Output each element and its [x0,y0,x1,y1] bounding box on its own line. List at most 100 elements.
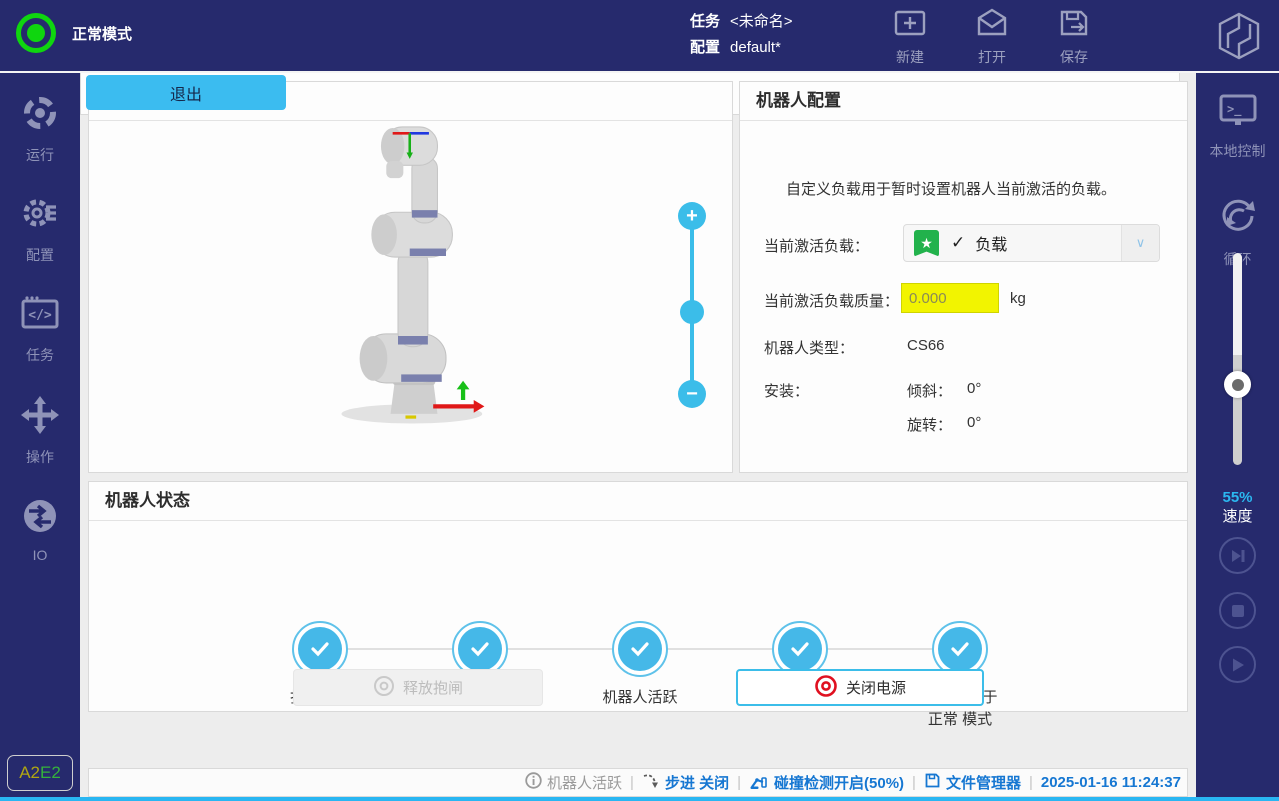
save-icon [1057,8,1091,43]
robot-config-panel: 机器人配置 自定义负载用于暂时设置机器人当前激活的负载。 当前激活负载： ★ ✓… [739,81,1188,473]
step-mode-label: 步进 关闭 [665,772,729,793]
new-button[interactable]: 新建 [882,8,938,67]
robot-view-panel: 机器人 [88,81,733,473]
status-bar: 机器人活跃 | 步进 关闭 | 碰撞检测开启(50%) | 文件管理器 | 20… [88,768,1188,797]
chevron-down-icon: ∨ [1121,225,1159,261]
move-arrows-icon [20,395,60,440]
zoom-out-button[interactable]: − [678,380,706,408]
new-file-icon [893,8,927,43]
left-sidebar: 运行 配置 </> 任务 操作 IO A2E2 [0,73,80,801]
sidebar-item-io[interactable]: IO [0,497,80,563]
robot-active-label: 机器人活跃 [547,772,622,793]
sidebar-item-run[interactable]: 运行 [0,93,80,165]
collision-robot-icon [749,771,769,795]
file-manager-label: 文件管理器 [946,772,1021,793]
config-panel-title: 机器人配置 [740,82,1187,121]
clock: 2025-01-16 11:24:37 [1041,774,1181,791]
robot-type-value: CS66 [907,337,945,354]
code-window-icon: </> [19,293,61,338]
zoom-slider-thumb[interactable] [680,300,704,324]
mode-indicator: 正常模式 [16,13,132,53]
speed-slider-track[interactable] [1233,253,1242,465]
exit-button[interactable]: 退出 [86,75,286,110]
sidebar-item-task[interactable]: </> 任务 [0,293,80,365]
badge-part2: E2 [40,763,61,783]
mode-label: 正常模式 [72,23,132,44]
tilt-label: 倾斜： [907,380,952,401]
zoom-in-button[interactable]: + [678,202,706,230]
payload-mass-unit: kg [1010,290,1026,307]
gear-icon [20,193,60,238]
new-button-label: 新建 [896,47,924,67]
topbar-divider [0,71,1279,73]
collision-detection-status[interactable]: 碰撞检测开启(50%) [749,771,904,795]
payload-description: 自定义负载用于暂时设置机器人当前激活的负载。 [786,178,1116,199]
robot-active-status: 机器人活跃 [525,772,622,793]
svg-text:</>: </> [28,308,52,323]
tilt-value: 0° [967,380,981,397]
rotation-value: 0° [967,414,981,431]
save-button-label: 保存 [1060,47,1088,67]
step-label: 机器人活跃 [602,689,677,706]
separator: | [1029,774,1033,791]
sidebar-item-operate[interactable]: 操作 [0,395,80,467]
run-icon [20,93,60,138]
separator: | [737,774,741,791]
sidebar-item-label: 操作 [26,447,54,467]
right-sidebar: >_ 本地控制 循环 55% 速度 [1196,73,1279,801]
step-label-line2: 正常 模式 [928,711,992,728]
top-bar: 正常模式 任务<未命名> 配置default* 新建 打开 保存 [0,0,1279,71]
robot-3d-view[interactable] [304,112,524,437]
step-forward-button[interactable] [1219,537,1256,574]
info-icon [525,772,542,793]
stop-button[interactable] [1219,592,1256,629]
status-panel-title: 机器人状态 [89,482,1187,521]
sidebar-item-label: IO [33,547,48,563]
sidebar-item-label: 运行 [26,145,54,165]
step-mode-status[interactable]: 步进 关闭 [642,772,729,794]
task-value: <未命名> [730,13,793,30]
brand-logo-icon [1214,10,1264,67]
io-arrows-icon [21,497,59,540]
cycle-icon [1217,195,1259,242]
main-content: 机器人 [80,71,1196,801]
status-step-robot-active: 机器人活跃 [612,621,668,677]
power-off-button[interactable]: 关闭电源 [736,669,984,706]
brake-circle-icon [373,675,395,701]
release-brake-button[interactable]: 释放抱闸 [293,669,543,706]
power-off-label: 关闭电源 [846,677,906,698]
terminal-icon: >_ [1216,91,1260,134]
view-zoom-control: + − [677,202,707,402]
open-button[interactable]: 打开 [964,8,1020,67]
sidebar-item-local-control[interactable]: >_ 本地控制 [1196,91,1279,161]
save-button[interactable]: 保存 [1046,8,1102,67]
open-button-label: 打开 [978,47,1006,67]
payload-mass-input[interactable] [901,283,999,313]
sidebar-item-label: 任务 [26,345,54,365]
mode-status-icon [16,13,56,53]
sidebar-item-label: 配置 [26,245,54,265]
check-icon: ✓ [951,233,965,253]
power-off-icon [814,674,838,702]
speed-readout: 55% 速度 [1196,488,1279,526]
file-manager-icon [924,772,941,793]
sidebar-item-config[interactable]: 配置 [0,193,80,265]
speed-percent: 55% [1196,488,1279,507]
task-config-info: 任务<未命名> 配置default* [690,9,793,61]
speed-slider-thumb[interactable] [1224,371,1251,398]
step-mode-icon [642,772,660,794]
robot-status-panel: 机器人状态 打开电源 启动完成 机器人活跃 抱闸已释放 机器人处于 正常 模式 [88,481,1188,712]
file-manager-link[interactable]: 文件管理器 [924,772,1021,793]
active-payload-dropdown[interactable]: ★ ✓ 负载 ∨ [903,224,1160,262]
rotation-label: 旋转： [907,414,952,435]
separator: | [630,774,634,791]
svg-text:>_: >_ [1227,102,1242,117]
release-brake-label: 释放抱闸 [403,677,463,698]
speed-slider[interactable] [1196,253,1279,473]
play-button[interactable] [1219,646,1256,683]
bottom-accent-line [0,797,1279,801]
separator: | [912,774,916,791]
robot-type-label: 机器人类型： [764,337,854,358]
speed-label: 速度 [1196,507,1279,526]
active-payload-value: 负载 [975,231,1121,255]
